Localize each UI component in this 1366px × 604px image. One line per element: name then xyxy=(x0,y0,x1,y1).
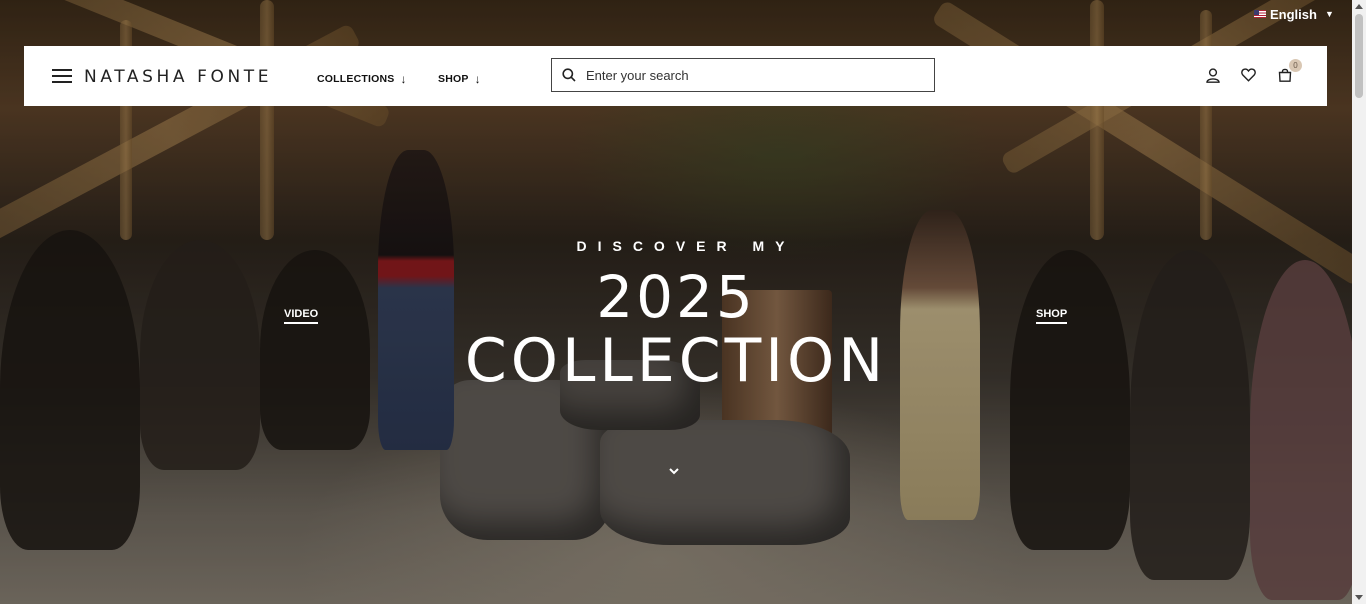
language-label: English xyxy=(1270,6,1317,22)
hamburger-menu-icon[interactable] xyxy=(52,69,72,83)
nav-shop[interactable]: SHOP ↓ xyxy=(438,72,481,86)
scroll-down-chevron-icon[interactable] xyxy=(667,466,681,476)
language-selector[interactable]: English ▼ xyxy=(1254,6,1334,22)
nav-shop-label: SHOP xyxy=(438,73,469,85)
us-flag-icon xyxy=(1254,10,1266,18)
site-header: NATASHA FONTE COLLECTIONS ↓ SHOP ↓ 0 xyxy=(24,46,1327,106)
shop-link[interactable]: SHOP xyxy=(1036,308,1068,324)
search-input[interactable] xyxy=(584,66,908,84)
cart-bag-icon[interactable] xyxy=(1278,68,1292,82)
video-link[interactable]: VIDEO xyxy=(284,308,319,324)
wishlist-heart-icon[interactable] xyxy=(1241,68,1256,82)
cart-count-badge: 0 xyxy=(1289,59,1302,72)
search-box[interactable] xyxy=(551,58,935,92)
hero-title: COLLECTION xyxy=(464,326,888,396)
hero-year: 2025 xyxy=(596,263,756,331)
brand-logo[interactable]: NATASHA FONTE xyxy=(84,67,272,87)
hero-eyebrow: DISCOVER MY xyxy=(576,238,796,254)
nav-collections-label: COLLECTIONS xyxy=(317,73,395,85)
scroll-down-arrow-icon[interactable] xyxy=(1355,595,1363,600)
scrollbar-thumb[interactable] xyxy=(1355,14,1363,98)
arrow-down-icon: ↓ xyxy=(474,72,481,86)
page-scrollbar[interactable] xyxy=(1352,0,1366,604)
arrow-down-icon: ↓ xyxy=(400,72,407,86)
scroll-up-arrow-icon[interactable] xyxy=(1355,4,1363,9)
account-icon[interactable] xyxy=(1206,68,1220,83)
chevron-down-icon: ▼ xyxy=(1324,9,1334,19)
search-icon xyxy=(562,68,576,82)
nav-collections[interactable]: COLLECTIONS ↓ xyxy=(317,72,407,86)
